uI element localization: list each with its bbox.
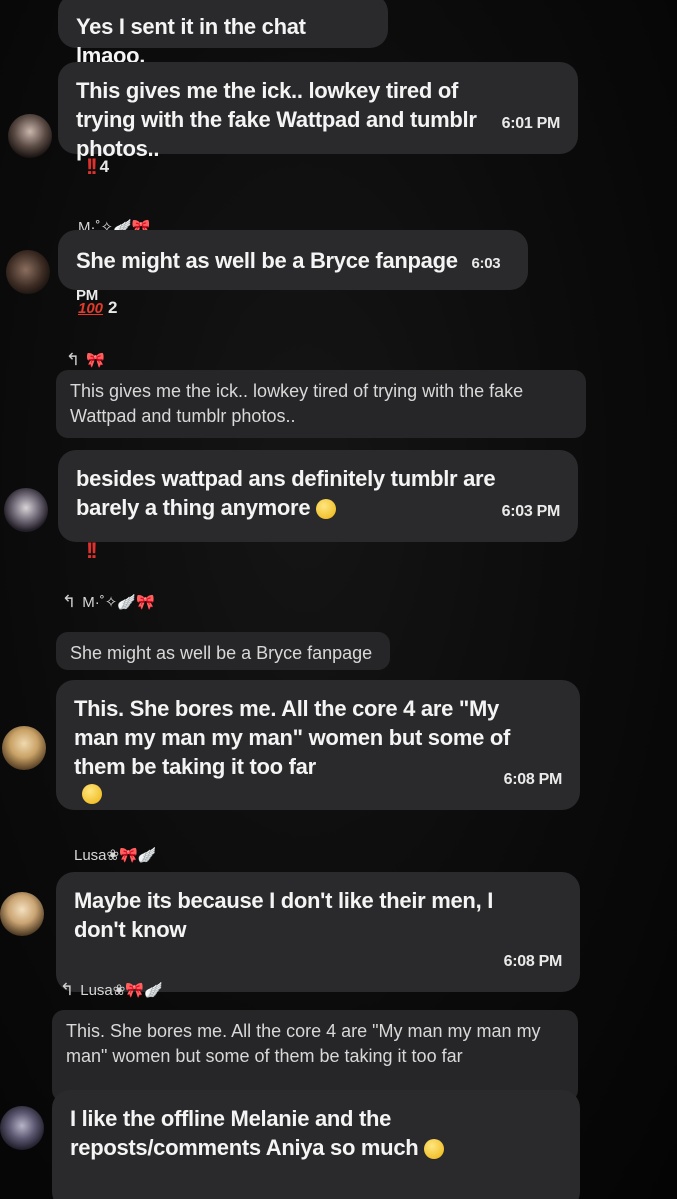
quoted-text: This. She bores me. All the core 4 are "… [66,1021,541,1066]
message-text: I like the offline Melanie and the repos… [70,1104,540,1162]
relieved-face-icon [316,499,337,520]
sender-label: Lusa❀🎀🪽 [74,847,157,864]
reply-arrow-icon: ↰ [62,592,77,611]
message-text: This gives me the ick.. lowkey tired of … [76,78,477,161]
message-text: Yes I sent it in the chat lmaoo. [76,14,306,68]
quoted-message[interactable]: This. She bores me. All the core 4 are "… [52,1010,578,1102]
quoted-message[interactable]: She might as well be a Bryce fanpage [56,632,390,670]
reply-sender: Lusa❀🎀🪽 [80,982,163,999]
message-bubble[interactable]: Maybe its because I don't like their men… [56,872,580,992]
message-bubble[interactable]: This. She bores me. All the core 4 are "… [56,680,580,810]
crying-face-icon [82,784,102,804]
reaction-count: 4 [99,157,110,176]
avatar[interactable] [2,726,46,770]
message-bubble[interactable]: I like the offline Melanie and the repos… [52,1090,580,1199]
reply-sender: M·˚✧🪽🎀 [82,594,155,611]
relieved-face-icon [424,1139,445,1160]
reply-arrow-icon: ↰ [60,980,75,999]
reaction-badge[interactable] [82,784,102,804]
message-text-content: I like the offline Melanie and the repos… [70,1106,419,1160]
reply-header[interactable]: ↰ Lusa❀🎀🪽 [60,980,163,1000]
avatar[interactable] [4,488,48,532]
message-bubble[interactable]: She might as well be a Bryce fanpage 6:0… [58,230,528,304]
reaction-count: 2 [108,298,118,317]
reply-header[interactable]: ↰ 🎀 [66,350,105,370]
avatar[interactable] [0,892,44,936]
sender-name[interactable]: Lusa❀🎀🪽 [74,846,156,864]
quoted-text: This gives me the ick.. lowkey tired of … [70,381,524,426]
avatar[interactable] [0,1106,44,1150]
message-bubble[interactable]: This gives me the ick.. lowkey tired of … [58,62,578,161]
message-bubble[interactable]: Yes I sent it in the chat lmaoo. [58,0,388,68]
message-time: 6:08 PM [503,771,563,788]
quoted-text: She might as well be a Bryce fanpage [70,643,373,663]
hundred-points-icon: 100 [78,299,104,317]
message-text: besides wattpad ans definitely tumblr ar… [76,464,516,522]
message-bubble[interactable]: besides wattpad ans definitely tumblr ar… [58,450,578,542]
message-text: Maybe its because I don't like their men… [74,888,494,942]
message-time: 6:01 PM [501,115,561,132]
double-exclamation-icon: !! [86,538,98,563]
reaction-badge[interactable]: !! [86,538,98,564]
reply-sender: 🎀 [86,352,105,369]
double-exclamation-icon: !! [86,154,98,179]
reaction-badge[interactable]: 100 2 [78,298,118,318]
message-text-content: besides wattpad ans definitely tumblr ar… [76,466,496,520]
message-text: This. She bores me. All the core 4 are "… [74,696,511,779]
reply-header[interactable]: ↰ M·˚✧🪽🎀 [62,592,155,612]
chat-screen: Yes I sent it in the chat lmaoo. This gi… [0,0,677,1199]
message-time: 6:08 PM [503,953,563,970]
reply-arrow-icon: ↰ [66,350,81,369]
message-time: 6:03 PM [501,503,561,520]
message-text: She might as well be a Bryce fanpage [76,248,458,273]
avatar[interactable] [8,114,52,158]
reaction-badge[interactable]: !! 4 [86,154,109,180]
avatar[interactable] [6,250,50,294]
quoted-message[interactable]: This gives me the ick.. lowkey tired of … [56,370,586,438]
